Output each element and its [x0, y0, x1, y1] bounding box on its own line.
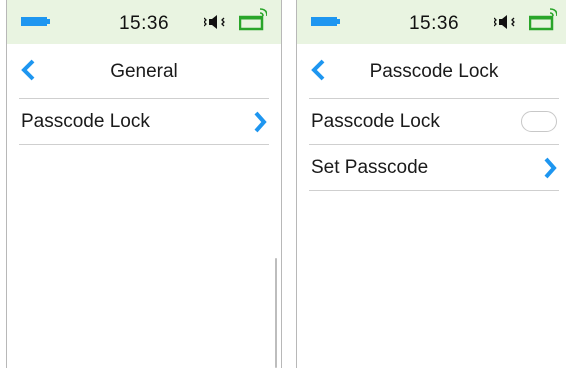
screen-general: 15:36 General Passcode Lock — [6, 0, 282, 368]
page-title: Passcode Lock — [369, 61, 499, 82]
nav-bar: Passcode Lock — [297, 44, 566, 98]
list-item-set-passcode[interactable]: Set Passcode — [309, 145, 559, 191]
signal-icon — [529, 8, 557, 31]
page-title: General — [110, 61, 178, 82]
list-item-label: Passcode Lock — [311, 111, 440, 132]
status-bar: 15:36 — [7, 0, 281, 44]
scrollbar[interactable] — [275, 258, 277, 368]
list-item-passcode-lock[interactable]: Passcode Lock — [19, 99, 269, 145]
sound-icon — [204, 15, 225, 29]
settings-list: Passcode Lock Set Passcode — [309, 98, 559, 191]
chevron-right-icon — [254, 111, 267, 133]
list-item-label: Set Passcode — [311, 157, 429, 178]
screen-passcode-lock: 15:36 Passcode Lock Passcode Lock Set Pa… — [296, 0, 566, 368]
status-bar: 15:36 — [297, 0, 566, 44]
list-item-passcode-lock-toggle[interactable]: Passcode Lock — [309, 99, 559, 145]
sound-icon — [494, 15, 515, 29]
signal-icon — [239, 8, 267, 31]
list-item-label: Passcode Lock — [21, 111, 150, 132]
passcode-lock-toggle[interactable] — [521, 111, 557, 132]
settings-list: Passcode Lock — [19, 98, 269, 145]
status-time: 15:36 — [408, 13, 460, 34]
nav-bar: General — [7, 44, 281, 98]
chevron-right-icon — [544, 157, 557, 179]
